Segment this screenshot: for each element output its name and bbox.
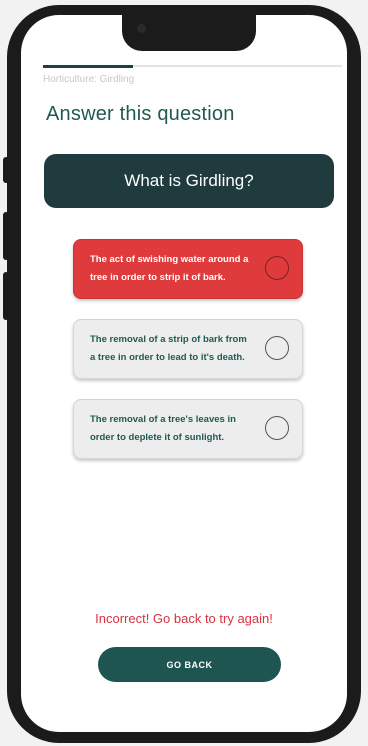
answer-option-2[interactable]: The removal of a strip of bark from a tr… [73,319,303,379]
phone-side-button [3,272,9,320]
answer-option-label: The act of swishing water around a tree … [90,254,249,283]
question-card: What is Girdling? [44,154,334,208]
radio-icon[interactable] [265,416,289,440]
question-text: What is Girdling? [124,171,254,190]
answer-option-label: The removal of a strip of bark from a tr… [90,334,247,363]
camera-icon [137,24,146,33]
go-back-button[interactable]: GO BACK [98,647,281,682]
answer-option-1[interactable]: The act of swishing water around a tree … [73,239,303,299]
page-title: Answer this question [46,103,235,125]
go-back-label: GO BACK [166,659,213,670]
phone-side-button [3,212,9,260]
answer-option-3[interactable]: The removal of a tree's leaves in order … [73,399,303,459]
feedback-message: Incorrect! Go back to try again! [95,611,273,626]
progress-bar [43,64,342,68]
radio-icon[interactable] [265,256,289,280]
phone-side-button [3,157,9,183]
answer-option-label: The removal of a tree's leaves in order … [90,414,236,443]
breadcrumb: Horticulture: Girdling [43,74,135,85]
app-screen: Horticulture: Girdling Answer this quest… [21,15,347,732]
phone-notch [122,15,256,51]
progress-fill [43,64,133,68]
radio-icon[interactable] [265,336,289,360]
